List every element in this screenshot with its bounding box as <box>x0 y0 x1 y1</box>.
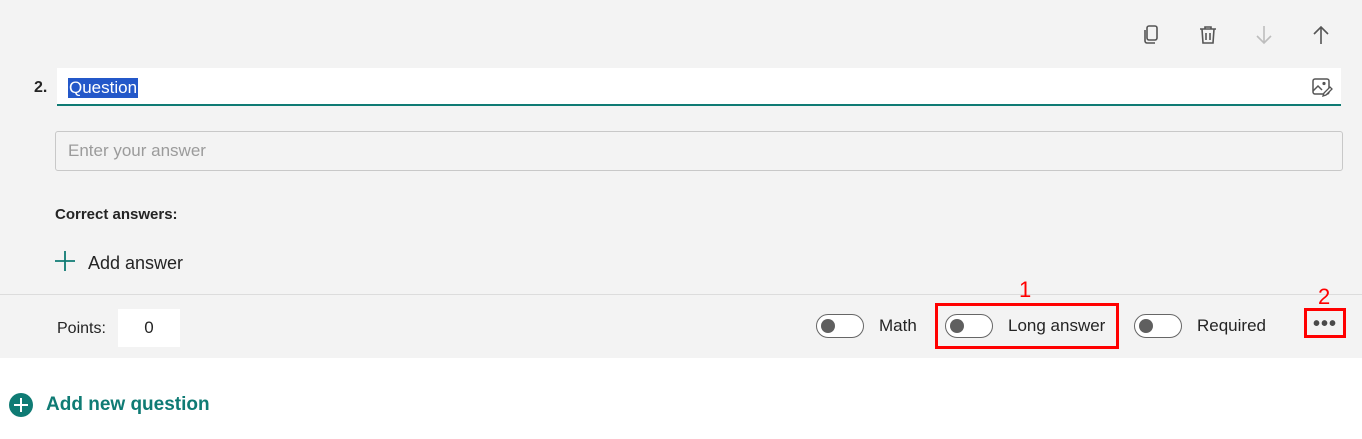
long-answer-toggle[interactable]: Long answer <box>945 313 1105 339</box>
points-input[interactable] <box>118 309 180 347</box>
add-circle-icon <box>9 393 33 417</box>
required-switch[interactable] <box>1134 314 1182 338</box>
add-answer-button[interactable]: Add answer <box>53 250 183 276</box>
annotation-number-2: 2 <box>1318 284 1331 309</box>
annotation-number-1: 1 <box>1019 277 1032 302</box>
question-title-text: Question <box>68 78 139 98</box>
correct-answers-label: Correct answers: <box>55 206 178 223</box>
move-down-icon[interactable] <box>1249 20 1279 50</box>
question-number: 2. <box>34 79 48 96</box>
insert-media-icon[interactable] <box>1311 76 1333 98</box>
question-title-field[interactable]: Question <box>57 68 1341 106</box>
answer-input[interactable] <box>55 131 1343 171</box>
move-up-icon[interactable] <box>1306 20 1336 50</box>
divider <box>0 294 1362 295</box>
add-answer-label: Add answer <box>88 252 184 273</box>
long-answer-toggle-label: Long answer <box>1008 316 1106 335</box>
add-new-question-label: Add new question <box>46 394 210 415</box>
math-toggle[interactable]: Math <box>816 313 917 339</box>
points-label: Points: <box>57 320 106 337</box>
plus-icon <box>53 249 77 278</box>
copy-icon[interactable] <box>1136 20 1166 50</box>
question-card: 2. Question Correct answers: Add answer … <box>0 0 1362 358</box>
long-answer-switch[interactable] <box>945 314 993 338</box>
more-options-button[interactable]: ••• <box>1308 311 1342 337</box>
delete-icon[interactable] <box>1193 20 1223 50</box>
required-toggle-label: Required <box>1197 316 1266 335</box>
required-toggle[interactable]: Required <box>1134 313 1266 339</box>
math-switch[interactable] <box>816 314 864 338</box>
math-toggle-label: Math <box>879 316 917 335</box>
add-new-question-button[interactable]: Add new question <box>9 392 210 418</box>
